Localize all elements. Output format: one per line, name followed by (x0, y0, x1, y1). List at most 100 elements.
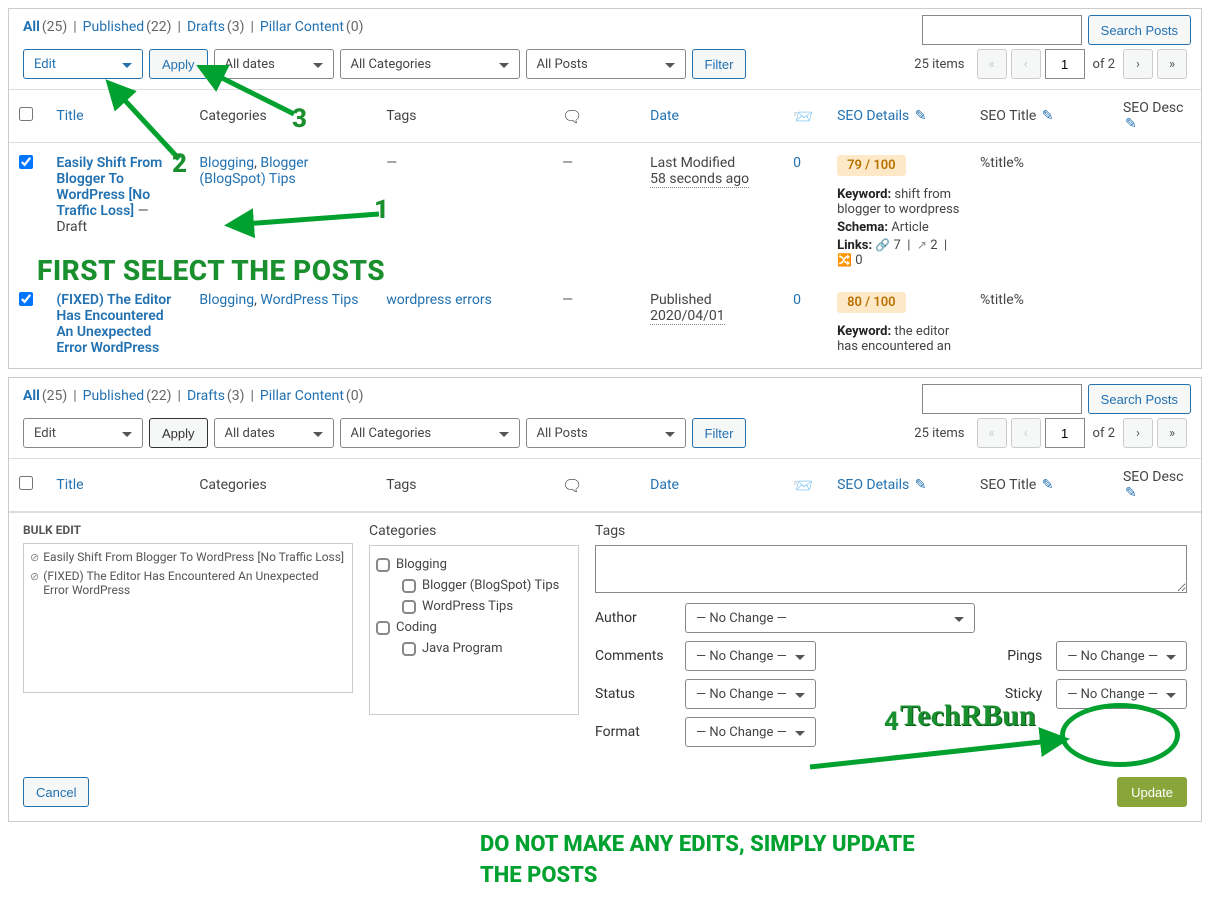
tags-textarea[interactable] (595, 545, 1187, 593)
col-seo[interactable]: SEO Details ✎ (827, 459, 970, 512)
col-categories: Categories (189, 459, 376, 512)
update-button[interactable]: Update (1117, 777, 1187, 807)
col-comments[interactable]: 🗨 (552, 90, 640, 143)
search-group: Search Posts (922, 15, 1191, 45)
remove-icon[interactable]: ⊘ (30, 550, 39, 565)
author-label: Author (595, 610, 671, 626)
incoming-count[interactable]: 0 (793, 155, 801, 171)
page-input[interactable] (1045, 49, 1085, 79)
checkbox-icon[interactable] (376, 558, 390, 572)
page-input[interactable] (1045, 418, 1085, 448)
col-title[interactable]: Title (46, 459, 189, 512)
category-link[interactable]: Blogging (199, 292, 254, 308)
posts-panel-1: All (25) | Published (22) | Drafts (3) |… (8, 8, 1202, 369)
remove-icon[interactable]: ⊘ (30, 569, 39, 584)
bulk-edit-heading: BULK EDIT (23, 523, 353, 543)
annotation-number-3: 3 (292, 104, 307, 134)
posts-select[interactable]: All Posts (526, 418, 686, 448)
seo-title-cell: %title% (970, 280, 1113, 368)
status-select[interactable]: — No Change — (685, 679, 816, 709)
category-item[interactable]: Blogging (376, 554, 572, 575)
posts-select[interactable]: All Posts (526, 49, 686, 79)
pencil-icon: ✎ (1042, 108, 1054, 124)
category-item[interactable]: Blogger (BlogSpot) Tips (376, 575, 572, 596)
seo-cell: 80 / 100 Keyword: the editor has encount… (827, 280, 970, 368)
col-seo-desc: SEO Desc ✎ (1113, 90, 1201, 143)
posts-value: All Posts (537, 57, 588, 72)
date-cell: Published2020/04/01 (640, 280, 783, 368)
col-comments[interactable]: 🗨 (552, 459, 640, 512)
pencil-icon: ✎ (915, 477, 927, 493)
col-date[interactable]: Date (640, 90, 783, 143)
row-checkbox[interactable] (19, 292, 33, 306)
search-input[interactable] (922, 384, 1082, 414)
toolbar: Edit Apply All dates All Categories All … (9, 408, 1201, 458)
filter-button[interactable]: Filter (692, 418, 747, 448)
page-next[interactable]: › (1123, 418, 1153, 448)
bulk-action-select[interactable]: Edit (23, 418, 143, 448)
cancel-button[interactable]: Cancel (23, 777, 89, 807)
page-last[interactable]: » (1157, 49, 1187, 79)
dates-select[interactable]: All dates (214, 418, 334, 448)
post-title-link[interactable]: (FIXED) The Editor Has Encountered An Un… (56, 292, 171, 356)
col-seo[interactable]: SEO Details ✎ (827, 90, 970, 143)
page-first[interactable]: « (977, 418, 1007, 448)
status-label: Status (595, 686, 671, 702)
filter-button[interactable]: Filter (692, 49, 747, 79)
bulk-post-item: ⊘(FIXED) The Editor Has Encountered An U… (30, 569, 346, 597)
col-seo-title: SEO Title ✎ (970, 459, 1113, 512)
comments-cell: — (552, 280, 640, 368)
category-item[interactable]: Java Program (376, 638, 572, 659)
format-select[interactable]: — No Change — (685, 717, 816, 747)
col-date[interactable]: Date (640, 459, 783, 512)
filter-all[interactable]: All (23, 388, 40, 404)
select-all-checkbox[interactable] (19, 476, 33, 490)
checkbox-icon[interactable] (402, 600, 416, 614)
checkbox-icon[interactable] (402, 579, 416, 593)
col-tags: Tags (376, 459, 552, 512)
page-prev[interactable]: ‹ (1011, 418, 1041, 448)
filter-published[interactable]: Published (83, 19, 144, 35)
pings-select[interactable]: — No Change — (1056, 641, 1187, 671)
checkbox-icon[interactable] (376, 621, 390, 635)
seo-score-badge: 79 / 100 (837, 155, 906, 176)
tag-link[interactable]: wordpress errors (386, 292, 492, 308)
filter-pillar[interactable]: Pillar Content (260, 388, 344, 404)
categories-select[interactable]: All Categories (340, 418, 520, 448)
category-item[interactable]: Coding (376, 617, 572, 638)
apply-button[interactable]: Apply (149, 418, 208, 448)
posts-table-header: Title Categories Tags 🗨 Date 📨 SEO Detai… (9, 458, 1201, 512)
col-incoming[interactable]: 📨 (783, 90, 827, 143)
search-button[interactable]: Search Posts (1088, 384, 1191, 414)
checkbox-icon[interactable] (402, 642, 416, 656)
page-first[interactable]: « (977, 49, 1007, 79)
select-all-checkbox[interactable] (19, 107, 33, 121)
page-next[interactable]: › (1123, 49, 1153, 79)
filter-published-count: (22) (146, 19, 171, 35)
filter-drafts[interactable]: Drafts (187, 19, 225, 35)
col-incoming[interactable]: 📨 (783, 459, 827, 512)
comment-icon: 🗨 (562, 107, 582, 126)
filter-pillar[interactable]: Pillar Content (260, 19, 344, 35)
filter-drafts[interactable]: Drafts (187, 388, 225, 404)
category-checklist[interactable]: Blogging Blogger (BlogSpot) Tips WordPre… (369, 545, 579, 715)
bulk-post-item: ⊘Easily Shift From Blogger To WordPress … (30, 550, 346, 565)
items-count: 25 items (914, 57, 964, 72)
author-select[interactable]: — No Change — (685, 603, 975, 633)
shuffle-icon: 🔀 (837, 253, 852, 267)
annotation-arrows (39, 49, 409, 279)
link-icon: 🔗 (875, 238, 890, 252)
filter-pillar-count: (0) (346, 19, 364, 35)
page-last[interactable]: » (1157, 418, 1187, 448)
filter-published[interactable]: Published (83, 388, 144, 404)
row-checkbox[interactable] (19, 155, 33, 169)
category-item[interactable]: WordPress Tips (376, 596, 572, 617)
category-link[interactable]: WordPress Tips (260, 292, 358, 308)
comments-select[interactable]: — No Change — (685, 641, 816, 671)
bulk-post-list[interactable]: ⊘Easily Shift From Blogger To WordPress … (23, 543, 353, 693)
incoming-count[interactable]: 0 (793, 292, 801, 308)
page-prev[interactable]: ‹ (1011, 49, 1041, 79)
filter-all[interactable]: All (23, 19, 40, 35)
search-button[interactable]: Search Posts (1088, 15, 1191, 45)
search-input[interactable] (922, 15, 1082, 45)
